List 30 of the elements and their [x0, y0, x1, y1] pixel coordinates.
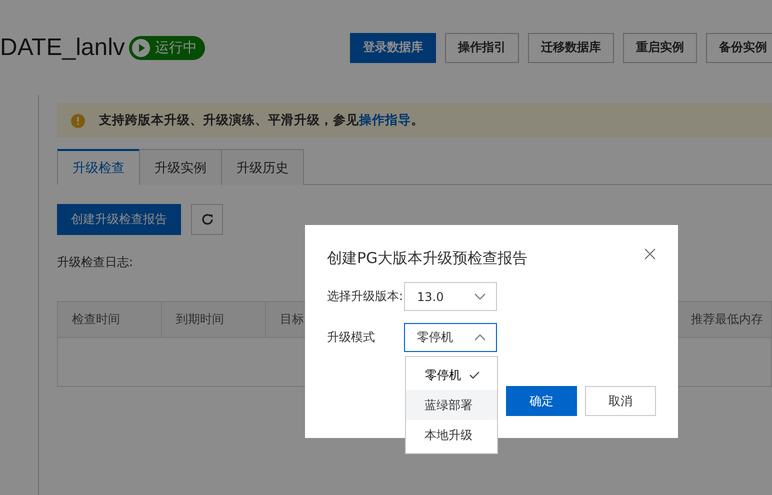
close-icon	[644, 248, 656, 260]
field-label: 选择升级版本:	[327, 288, 404, 305]
header-button[interactable]: 登录数据库	[350, 32, 436, 62]
select-field[interactable]: 13.0	[404, 282, 497, 311]
guide-link[interactable]: 操作指导	[359, 112, 411, 127]
header-button[interactable]: 迁移数据库	[528, 32, 614, 62]
column-header: 检查时间	[58, 302, 162, 337]
warning-icon	[71, 114, 85, 128]
notice-text: 支持跨版本升级、升级演练、平滑升级，参见操作指导。	[99, 112, 424, 129]
dialog-title: 创建PG大版本升级预检查报告	[327, 249, 528, 268]
header-button[interactable]: 操作指引	[445, 32, 519, 62]
log-label: 升级检查日志:	[57, 254, 134, 271]
refresh-icon	[200, 213, 214, 226]
column-header: 到期时间	[162, 302, 266, 337]
refresh-button[interactable]	[191, 204, 223, 235]
check-icon	[469, 371, 480, 379]
dialog-button[interactable]: 确定	[506, 386, 577, 416]
header-button[interactable]: 备份实例	[706, 32, 772, 62]
status-label: 运行中	[154, 38, 197, 56]
tab[interactable]: 升级历史	[221, 149, 304, 185]
create-report-button[interactable]: 创建升级检查报告	[57, 204, 181, 235]
select-field[interactable]: 零停机	[404, 323, 497, 352]
chevron-up-icon	[474, 334, 486, 341]
tab[interactable]: 升级检查	[57, 149, 140, 185]
header-button[interactable]: 重启实例	[623, 32, 697, 62]
chevron-down-icon	[474, 293, 486, 300]
tab[interactable]: 升级实例	[139, 149, 222, 185]
dropdown-option[interactable]: 蓝绿部署	[406, 390, 497, 420]
instance-title: DATE_lanlv	[0, 34, 125, 62]
dialog-button[interactable]: 取消	[585, 386, 656, 416]
